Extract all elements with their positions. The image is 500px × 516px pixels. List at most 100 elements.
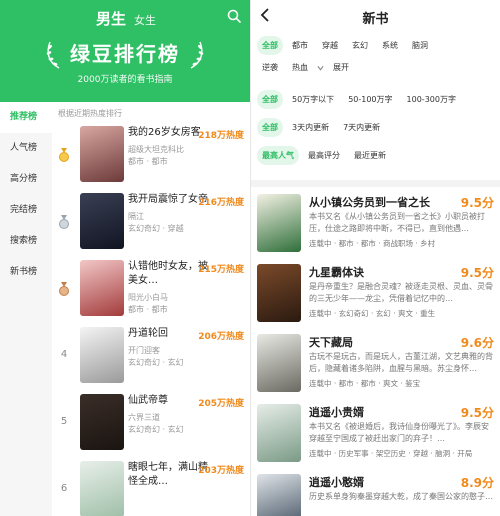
book-item[interactable]: 从小镇公务员到一省之长 9.5分 本书又名《从小镇公务员到一省之长》小职员被打压… [251, 192, 500, 260]
rank-medal-icon [59, 148, 69, 162]
new-books-topbar: 新书 [251, 0, 500, 32]
book-title[interactable]: 我的26岁女房客 [128, 126, 208, 140]
sidebar-item-recommend[interactable]: 推荐榜 [0, 102, 52, 133]
book-cover[interactable] [257, 404, 301, 462]
filter-chip[interactable]: 100-300万字 [402, 90, 461, 109]
heat-value: 206万热度 [198, 332, 244, 342]
book-title[interactable]: 天下藏局 [309, 334, 353, 350]
book-title[interactable]: 从小镇公务员到一省之长 [309, 194, 430, 210]
filter-chip[interactable]: 50万字以下 [287, 90, 339, 109]
book-tags: 玄幻奇幻 · 玄幻 [128, 358, 184, 367]
book-tags: 玄幻奇幻 · 穿越 [128, 224, 184, 233]
chevron-down-icon[interactable] [317, 65, 324, 71]
page-title: 新书 [362, 12, 389, 27]
heat-value: 218万热度 [198, 131, 244, 141]
filter-chip[interactable]: 玄幻 [347, 36, 373, 55]
tab-female[interactable]: 女生 [134, 12, 156, 28]
book-description: 本书又名《从小镇公务员到一省之长》小职员被打压，仕途之路即将中断，不得已，直到他… [309, 212, 485, 233]
book-title[interactable]: 逍遥小憨婿 [309, 474, 364, 490]
ranking-row[interactable]: 我的26岁女房客 超级大坦克科比 都市 · 都市 218万热度 [52, 124, 250, 192]
book-title[interactable]: 仙武帝尊 [128, 394, 208, 408]
book-cover[interactable] [80, 461, 124, 516]
book-cover[interactable] [257, 474, 301, 516]
heat-value: 205万热度 [198, 399, 244, 409]
ranking-row[interactable]: 5 仙武帝尊 六界三道 玄幻奇幻 · 玄幻 205万热度 [52, 392, 250, 460]
book-title[interactable]: 九星霸体诀 [309, 264, 364, 280]
book-cover[interactable] [257, 334, 301, 392]
new-books-panel: 新书 全部 都市 穿越 玄幻 系统 脑洞 逆袭 热血 展开 全部 50万字以下 50-100万字 100… [251, 0, 500, 516]
filter-chip[interactable]: 最高人气 [257, 146, 299, 165]
book-description: 是丹帝重生？是融合灵魂？被逐走灵根、灵血、灵骨的三无少年——龙尘，凭借着记忆中的… [309, 282, 493, 303]
filter-chip[interactable]: 3天内更新 [287, 118, 334, 137]
book-cover[interactable] [257, 194, 301, 252]
filter-chip[interactable]: 全部 [257, 36, 283, 55]
filter-chip[interactable]: 穿越 [317, 36, 343, 55]
book-tags: 连载中 · 都市 · 都市 · 爽文 · 鉴宝 [309, 379, 421, 388]
filter-row: 全部 都市 穿越 玄幻 系统 脑洞 [257, 36, 433, 55]
filter-chip[interactable]: 脑洞 [407, 36, 433, 55]
ranking-title: 绿豆排行榜 [70, 42, 180, 66]
book-title[interactable]: 瞎眼七年，满山精怪全成… [128, 461, 208, 489]
book-item[interactable]: 天下藏局 9.6分 古玩不是玩古，而是玩人，古董江湖，文艺典雅的背后，隐藏着诸多… [251, 332, 500, 400]
heat-value: 216万热度 [198, 198, 244, 208]
rank-number: 6 [60, 483, 68, 494]
book-score: 9.5分 [460, 196, 494, 210]
rank-medal-icon [59, 215, 69, 229]
book-cover[interactable] [80, 394, 124, 450]
book-item[interactable]: 逍遥小憨婿 8.9分 历史系单身狗秦墨穿越大乾，成了秦国公家的憨子… [251, 472, 500, 516]
book-description: 古玩不是玩古，而是玩人，古董江湖，文艺典雅的背后，隐藏着诸多陷阱，血腥与黑暗。苏… [309, 352, 493, 373]
rank-number: 5 [60, 416, 68, 427]
sidebar-item-high-score[interactable]: 高分榜 [0, 164, 52, 195]
book-title[interactable]: 认错他时女友，被美女… [128, 260, 208, 288]
book-tags: 连载中 · 玄幻奇幻 · 玄幻 · 爽文 · 重生 [309, 309, 436, 318]
filter-row: 全部 50万字以下 50-100万字 100-300万字 [257, 90, 461, 109]
heat-value: 215万热度 [198, 265, 244, 275]
book-cover[interactable] [80, 126, 124, 182]
book-cover[interactable] [257, 264, 301, 322]
sidebar-item-finished[interactable]: 完结榜 [0, 195, 52, 226]
heat-value: 203万热度 [198, 466, 244, 476]
book-score: 8.9分 [460, 476, 494, 490]
gender-tabs: 男生 女生 [96, 8, 156, 29]
search-icon[interactable] [227, 9, 241, 23]
tab-male[interactable]: 男生 [96, 8, 126, 29]
ranking-hint: 根据近期热度排行 [58, 109, 122, 118]
filter-chip[interactable]: 都市 [287, 36, 313, 55]
book-score: 9.5分 [460, 266, 494, 280]
book-tags: 都市 · 都市 [128, 305, 168, 314]
filter-chip[interactable]: 50-100万字 [343, 90, 397, 109]
ranking-row[interactable]: 我开局震惊了女帝 隔江 玄幻奇幻 · 穿越 216万热度 [52, 191, 250, 259]
filter-chip[interactable]: 全部 [257, 90, 283, 109]
filter-chip[interactable]: 热血 [287, 58, 313, 77]
ranking-list: 根据近期热度排行 我的26岁女房客 超级大坦克科比 都市 · 都市 218万热度… [52, 102, 250, 516]
book-title[interactable]: 逍遥小贵婿 [309, 404, 364, 420]
book-cover[interactable] [80, 193, 124, 249]
ranking-header: 男生 女生 绿豆排行榜 2000万读者的看书指南 [0, 0, 250, 102]
ranking-row[interactable]: 认错他时女友，被美女… 阳光小白马 都市 · 都市 215万热度 [52, 258, 250, 326]
book-cover[interactable] [80, 260, 124, 316]
book-description: 本书又名《被退婚后，我诗仙身份曝光了》。李辰安穿越至宁国成了被赶出家门的弃子！… [309, 422, 489, 443]
filter-row: 全部 3天内更新 7天内更新 [257, 118, 385, 137]
sidebar-item-new[interactable]: 新书榜 [0, 257, 52, 288]
filter-chip[interactable]: 逆袭 [257, 58, 283, 77]
book-title[interactable]: 丹道轮回 [128, 327, 208, 341]
ranking-subtitle: 2000万读者的看书指南 [77, 75, 173, 85]
sidebar-item-search[interactable]: 搜索榜 [0, 226, 52, 257]
filter-chip[interactable]: 全部 [257, 118, 283, 137]
book-item[interactable]: 逍遥小贵婿 9.5分 本书又名《被退婚后，我诗仙身份曝光了》。李辰安穿越至宁国成… [251, 402, 500, 470]
book-tags: 都市 · 都市 [128, 157, 168, 166]
book-author: 超级大坦克科比 [128, 145, 184, 154]
book-title[interactable]: 我开局震惊了女帝 [128, 193, 208, 207]
ranking-row[interactable]: 6 瞎眼七年，满山精怪全成… 203万热度 [52, 459, 250, 516]
book-author: 阳光小白马 [128, 293, 168, 302]
book-cover[interactable] [80, 327, 124, 383]
ranking-panel: 男生 女生 绿豆排行榜 2000万读者的看书指南 推荐榜 人气榜 高分榜 完结榜… [0, 0, 250, 516]
filter-chip[interactable]: 7天内更新 [338, 118, 385, 137]
sidebar-item-popular[interactable]: 人气榜 [0, 133, 52, 164]
filter-chip[interactable]: 系统 [377, 36, 403, 55]
ranking-row[interactable]: 4 丹道轮回 开门迎客 玄幻奇幻 · 玄幻 206万热度 [52, 325, 250, 393]
filter-chip[interactable]: 最近更新 [349, 146, 391, 165]
filter-chip[interactable]: 展开 [328, 58, 354, 77]
filter-chip[interactable]: 最高评分 [303, 146, 345, 165]
book-item[interactable]: 九星霸体诀 9.5分 是丹帝重生？是融合灵魂？被逐走灵根、灵血、灵骨的三无少年—… [251, 262, 500, 330]
